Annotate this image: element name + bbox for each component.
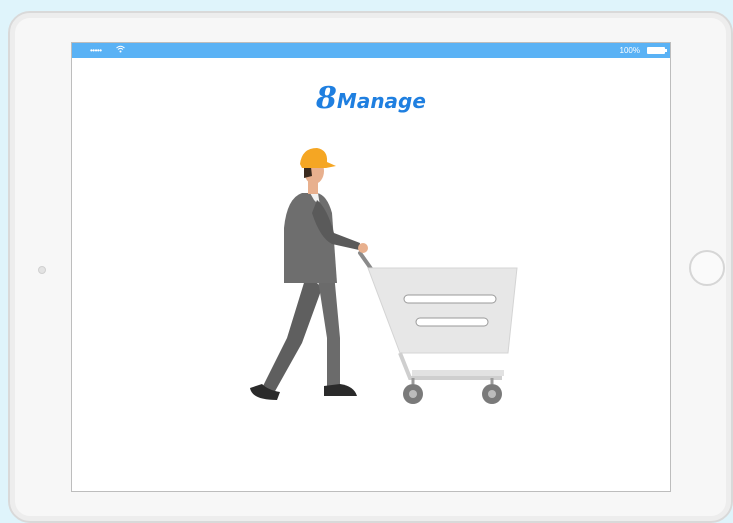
camera-icon — [38, 266, 46, 274]
logo-text: Manage — [336, 89, 426, 113]
shopping-cart-icon — [358, 251, 518, 404]
battery-percent: 100% — [619, 46, 640, 55]
page-background: ••••• 100% 8Manage — [0, 0, 733, 523]
home-button[interactable] — [689, 250, 725, 286]
app-screen: ••••• 100% 8Manage — [71, 42, 671, 492]
wifi-icon — [116, 43, 125, 58]
logo-mark: 8 — [316, 81, 337, 116]
battery-icon — [647, 47, 667, 54]
status-bar: ••••• 100% — [72, 43, 670, 58]
man-figure — [250, 148, 368, 400]
signal-icon: ••••• — [90, 46, 102, 55]
shopping-illustration — [250, 148, 518, 404]
app-logo: 8Manage — [72, 81, 670, 116]
